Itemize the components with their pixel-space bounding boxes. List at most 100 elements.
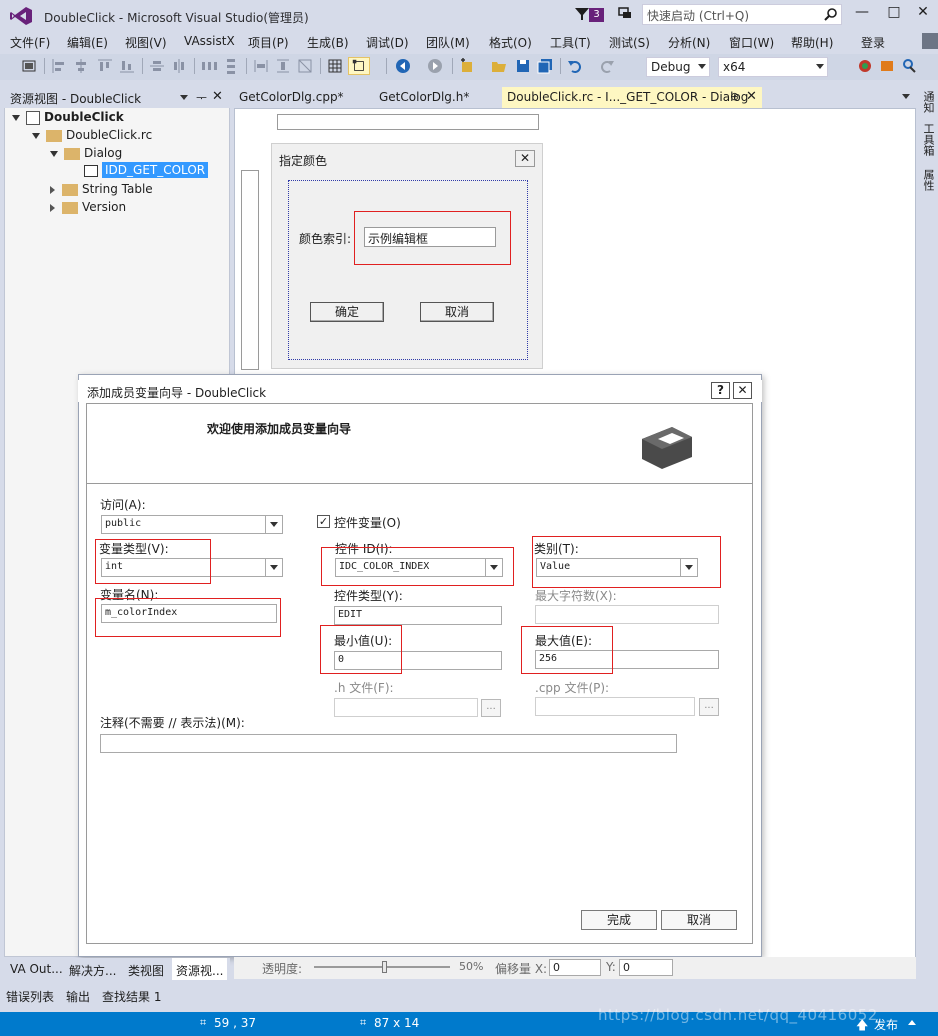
opacity-slider-thumb[interactable] <box>382 961 387 973</box>
designer-cancel-button[interactable]: 取消 <box>420 302 494 322</box>
test-run-icon[interactable] <box>856 57 874 75</box>
same-height-icon[interactable] <box>274 57 292 75</box>
cpp-file-input[interactable] <box>535 697 695 716</box>
min-value-input[interactable]: 0 <box>334 651 502 670</box>
platform-select[interactable]: x64 <box>718 57 828 77</box>
collapse-arrow-icon[interactable] <box>50 203 55 212</box>
finish-button[interactable]: 完成 <box>581 910 657 930</box>
control-variable-label[interactable]: 控件变量(O) <box>334 514 401 531</box>
space-across-icon[interactable] <box>200 57 218 75</box>
user-avatar-icon[interactable] <box>922 33 938 49</box>
solution-config-select[interactable]: Debug <box>646 57 710 77</box>
close-panel-icon[interactable]: ✕ <box>212 89 223 104</box>
extension-icon[interactable] <box>878 57 896 75</box>
panel-menu-icon[interactable] <box>180 95 188 100</box>
menu-test[interactable]: 测试(S) <box>609 34 650 51</box>
align-bottom-icon[interactable] <box>118 57 136 75</box>
control-id-select[interactable]: IDC_COLOR_INDEX <box>335 558 503 577</box>
tab-solution-explorer[interactable]: 解决方... <box>69 962 116 979</box>
login-link[interactable]: 登录 <box>861 34 885 51</box>
toolbox-tab[interactable]: 工具箱 <box>920 123 936 156</box>
center-vertical-icon[interactable] <box>148 57 166 75</box>
tab-getcolordlg-h[interactable]: GetColorDlg.h* <box>374 87 474 108</box>
variable-name-input[interactable]: m_colorIndex <box>101 604 277 623</box>
find-icon[interactable] <box>900 57 918 75</box>
menu-format[interactable]: 格式(O) <box>489 34 532 51</box>
same-width-icon[interactable] <box>252 57 270 75</box>
expand-arrow-icon[interactable] <box>32 132 40 139</box>
align-left-icon[interactable] <box>50 57 68 75</box>
chevron-up-icon[interactable] <box>908 1020 916 1025</box>
notifications-tab[interactable]: 通知 <box>920 91 936 113</box>
cpp-file-browse-button[interactable]: ... <box>699 698 719 716</box>
menu-vassistx[interactable]: VAssistX <box>184 34 235 48</box>
navigate-forward-icon[interactable] <box>426 57 444 75</box>
tree-item-project[interactable]: DoubleClick <box>12 110 124 125</box>
menu-team[interactable]: 团队(M) <box>426 34 470 51</box>
tree-item-idd-get-color[interactable]: IDD_GET_COLOR <box>84 162 209 178</box>
tab-list-icon[interactable] <box>902 94 910 99</box>
menu-edit[interactable]: 编辑(E) <box>67 34 108 51</box>
quick-launch-input[interactable]: 快速启动 (Ctrl+Q) <box>642 4 842 25</box>
navigate-back-icon[interactable] <box>394 57 412 75</box>
menu-tools[interactable]: 工具(T) <box>550 34 591 51</box>
color-index-edit[interactable]: 示例编辑框 <box>364 227 496 247</box>
control-variable-checkbox[interactable]: ✓ <box>317 515 330 528</box>
designer-ok-button[interactable]: 确定 <box>310 302 384 322</box>
color-index-label[interactable]: 颜色索引: <box>299 230 351 247</box>
tab-resource-view[interactable]: 资源视... <box>172 958 228 980</box>
variable-type-combo[interactable]: int <box>101 558 283 577</box>
menu-view[interactable]: 视图(V) <box>125 34 167 51</box>
center-horizontal-icon[interactable] <box>170 57 188 75</box>
tab-error-list[interactable]: 错误列表 <box>6 988 54 1005</box>
close-window-button[interactable]: ✕ <box>911 4 935 24</box>
save-icon[interactable] <box>514 57 532 75</box>
menu-analyze[interactable]: 分析(N) <box>668 34 710 51</box>
max-chars-input[interactable] <box>535 605 719 624</box>
minimize-button[interactable]: — <box>850 4 874 24</box>
tree-item-dialog[interactable]: Dialog <box>50 146 122 160</box>
tab-getcolordlg-cpp[interactable]: GetColorDlg.cpp* <box>234 87 349 108</box>
tab-va-outline[interactable]: VA Out... <box>10 962 63 976</box>
comment-input[interactable] <box>100 734 677 753</box>
properties-tab[interactable]: 属性 <box>920 169 936 191</box>
category-select[interactable]: Value <box>536 558 698 577</box>
guides-icon[interactable] <box>348 57 370 75</box>
close-tab-icon[interactable]: ✕ <box>746 89 757 104</box>
designer-close-icon[interactable]: ✕ <box>515 150 535 167</box>
pin-icon[interactable]: ᅮ <box>196 89 207 106</box>
tab-find-results[interactable]: 查找结果 1 <box>102 988 161 1005</box>
toggle-grid-icon[interactable] <box>20 57 38 75</box>
menu-build[interactable]: 生成(B) <box>307 34 349 51</box>
tree-item-rc-file[interactable]: DoubleClick.rc <box>32 128 152 142</box>
wizard-help-button[interactable]: ? <box>711 382 730 399</box>
save-all-icon[interactable] <box>536 57 554 75</box>
h-file-browse-button[interactable]: ... <box>481 699 501 717</box>
redo-icon[interactable] <box>598 57 616 75</box>
h-file-input[interactable] <box>334 698 478 717</box>
align-top-icon[interactable] <box>96 57 114 75</box>
expand-arrow-icon[interactable] <box>50 150 58 157</box>
grid-icon[interactable] <box>326 57 344 75</box>
pin-tab-icon[interactable]: ⊕ <box>730 90 739 103</box>
search-icon[interactable] <box>824 7 838 21</box>
new-project-icon[interactable] <box>458 57 476 75</box>
menu-help[interactable]: 帮助(H) <box>791 34 833 51</box>
feedback-icon[interactable] <box>617 5 633 21</box>
space-down-icon[interactable] <box>222 57 240 75</box>
open-file-icon[interactable] <box>490 57 508 75</box>
tree-item-string-table[interactable]: String Table <box>50 182 153 196</box>
notification-count-badge[interactable]: 3 <box>589 8 604 22</box>
expand-arrow-icon[interactable] <box>12 114 20 121</box>
max-value-input[interactable]: 256 <box>535 650 719 669</box>
tree-item-version[interactable]: Version <box>50 200 126 214</box>
same-size-icon[interactable] <box>296 57 314 75</box>
menu-debug[interactable]: 调试(D) <box>366 34 409 51</box>
collapse-arrow-icon[interactable] <box>50 185 55 194</box>
menu-window[interactable]: 窗口(W) <box>729 34 774 51</box>
menu-file[interactable]: 文件(F) <box>10 34 50 51</box>
wizard-close-button[interactable]: ✕ <box>733 382 752 399</box>
tab-doubleclick-rc-dialog[interactable]: DoubleClick.rc - I..._GET_COLOR - Dialog <box>502 87 762 108</box>
menu-project[interactable]: 项目(P) <box>248 34 289 51</box>
access-select[interactable]: public <box>101 515 283 534</box>
